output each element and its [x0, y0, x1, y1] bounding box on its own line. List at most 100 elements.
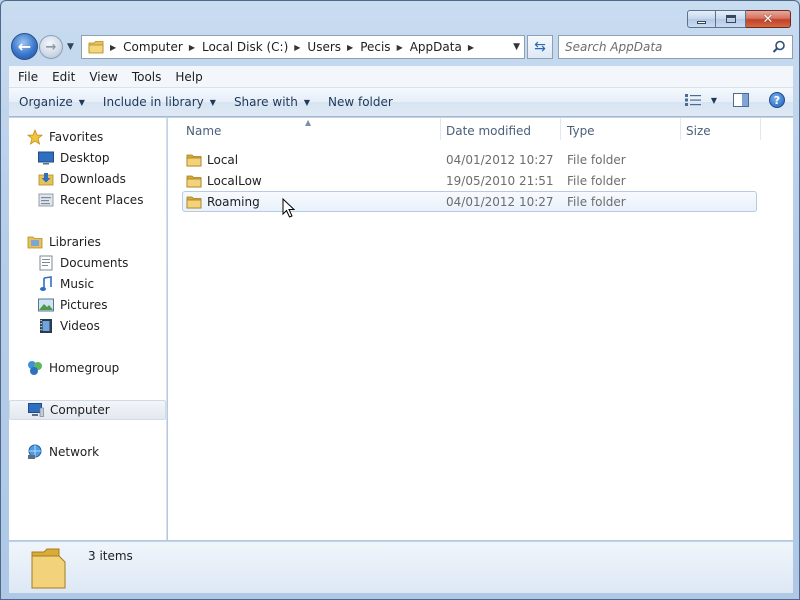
file-name[interactable]: Roaming — [207, 191, 260, 212]
breadcrumb-separator-icon[interactable]: ▶ — [391, 43, 410, 52]
desktop-icon — [38, 150, 54, 166]
column-date-modified[interactable]: Date modified — [446, 118, 531, 143]
file-row-roaming[interactable]: Roaming 04/01/2012 10:27 File folder — [182, 191, 757, 212]
nav-pictures-label: Pictures — [60, 298, 108, 312]
file-list: ▲ Name Date modified Type Size Local 04/… — [168, 118, 793, 540]
change-view-button[interactable]: ▼ — [684, 94, 717, 106]
address-history-dropdown[interactable]: ▼ — [513, 42, 520, 52]
nav-computer[interactable]: Computer — [9, 400, 166, 420]
chevron-down-icon[interactable]: ▼ — [711, 96, 717, 105]
maximize-icon — [725, 15, 736, 23]
pictures-icon — [38, 297, 54, 313]
nav-homegroup[interactable]: Homegroup — [27, 358, 183, 378]
search-input[interactable] — [565, 37, 765, 57]
file-row-local[interactable]: Local 04/01/2012 10:27 File folder — [182, 149, 757, 170]
breadcrumb-computer[interactable]: Computer — [123, 40, 183, 54]
mouse-cursor-icon — [282, 198, 296, 218]
close-icon: ✕ — [762, 11, 774, 27]
include-in-library-button[interactable]: Include in library ▼ — [93, 95, 224, 109]
menu-view[interactable]: View — [80, 70, 122, 84]
menu-bar: File Edit View Tools Help — [9, 66, 793, 88]
network-icon — [27, 444, 43, 460]
organize-button[interactable]: Organize ▼ — [9, 95, 93, 109]
column-name[interactable]: Name — [186, 118, 221, 143]
file-name[interactable]: LocalLow — [207, 170, 262, 191]
nav-homegroup-label: Homegroup — [49, 361, 120, 375]
breadcrumb-separator-icon[interactable]: ▶ — [462, 43, 481, 52]
breadcrumb-appdata[interactable]: AppData — [410, 40, 462, 54]
documents-icon — [38, 255, 54, 271]
file-date-modified: 04/01/2012 10:27 — [446, 194, 554, 209]
file-name[interactable]: Local — [207, 149, 238, 170]
computer-icon — [28, 402, 44, 418]
downloads-folder-icon — [38, 171, 54, 187]
nav-libraries[interactable]: Libraries — [27, 232, 183, 252]
menu-file[interactable]: File — [9, 70, 43, 84]
file-type: File folder — [567, 173, 626, 188]
preview-pane-icon[interactable] — [733, 93, 749, 107]
chevron-down-icon: ▼ — [78, 97, 85, 107]
folder-icon — [31, 548, 66, 589]
share-with-button[interactable]: Share with ▼ — [224, 95, 318, 109]
recent-places-icon — [38, 192, 54, 208]
chevron-down-icon: ▼ — [209, 97, 216, 107]
refresh-button[interactable]: ⇆ — [527, 35, 553, 59]
column-divider[interactable] — [440, 118, 441, 140]
search-icon[interactable] — [772, 40, 786, 54]
include-in-library-label: Include in library — [102, 95, 204, 109]
help-icon[interactable]: ? — [769, 92, 785, 108]
breadcrumb: ▶ Computer ▶ Local Disk (C:) ▶ Users ▶ P… — [104, 36, 481, 58]
explorer-window: ✕ ← → ▼ ▶ Computer ▶ Local Disk (C:) ▶ U… — [0, 0, 800, 600]
close-button[interactable]: ✕ — [746, 10, 791, 28]
breadcrumb-separator-icon[interactable]: ▶ — [104, 43, 123, 52]
minimize-button[interactable] — [687, 10, 716, 28]
nav-network[interactable]: Network — [27, 442, 183, 462]
column-divider[interactable] — [560, 118, 561, 140]
videos-icon — [38, 318, 54, 334]
new-folder-button[interactable]: New folder — [318, 95, 401, 109]
address-bar[interactable]: ▶ Computer ▶ Local Disk (C:) ▶ Users ▶ P… — [81, 35, 525, 59]
folder-icon — [88, 41, 104, 54]
breadcrumb-pecis[interactable]: Pecis — [360, 40, 390, 54]
nav-favorites-label: Favorites — [49, 130, 104, 144]
item-count: 3 items — [88, 549, 133, 563]
menu-tools[interactable]: Tools — [123, 70, 167, 84]
breadcrumb-separator-icon[interactable]: ▶ — [183, 43, 202, 52]
nav-downloads-label: Downloads — [60, 172, 126, 186]
file-date-modified: 19/05/2010 21:51 — [446, 173, 554, 188]
nav-documents-label: Documents — [60, 256, 129, 270]
file-row-locallow[interactable]: LocalLow 19/05/2010 21:51 File folder — [182, 170, 757, 191]
column-size[interactable]: Size — [686, 118, 711, 143]
star-icon — [27, 129, 43, 145]
recent-pages-dropdown[interactable]: ▼ — [67, 42, 74, 52]
sort-ascending-icon: ▲ — [305, 118, 312, 127]
breadcrumb-local-disk[interactable]: Local Disk (C:) — [202, 40, 288, 54]
nav-favorites[interactable]: Favorites — [27, 127, 183, 147]
forward-arrow-icon: → — [45, 39, 57, 55]
column-type[interactable]: Type — [567, 118, 595, 143]
nav-network-label: Network — [49, 445, 100, 459]
breadcrumb-separator-icon[interactable]: ▶ — [341, 43, 360, 52]
view-controls: ▼ ? — [684, 92, 785, 108]
breadcrumb-separator-icon[interactable]: ▶ — [288, 43, 307, 52]
forward-button[interactable]: → — [39, 35, 63, 59]
file-type: File folder — [567, 194, 626, 209]
details-pane: 3 items — [9, 541, 793, 593]
back-arrow-icon: ← — [17, 37, 32, 56]
menu-help[interactable]: Help — [166, 70, 207, 84]
breadcrumb-users[interactable]: Users — [307, 40, 341, 54]
navigation-pane: Favorites Desktop Downloads Recent Place… — [9, 118, 167, 540]
column-divider[interactable] — [760, 118, 761, 140]
search-box[interactable] — [558, 35, 793, 59]
nav-music-label: Music — [60, 277, 95, 291]
minimize-icon — [697, 20, 706, 24]
command-bar: Organize ▼ Include in library ▼ Share with… — [9, 88, 793, 117]
caption-buttons: ✕ — [687, 10, 791, 28]
column-divider[interactable] — [680, 118, 681, 140]
back-button[interactable]: ← — [11, 33, 38, 60]
chevron-down-icon: ▼ — [303, 97, 310, 107]
maximize-button[interactable] — [716, 10, 746, 28]
refresh-icon: ⇆ — [534, 39, 546, 55]
folder-icon — [186, 170, 202, 191]
menu-edit[interactable]: Edit — [43, 70, 80, 84]
